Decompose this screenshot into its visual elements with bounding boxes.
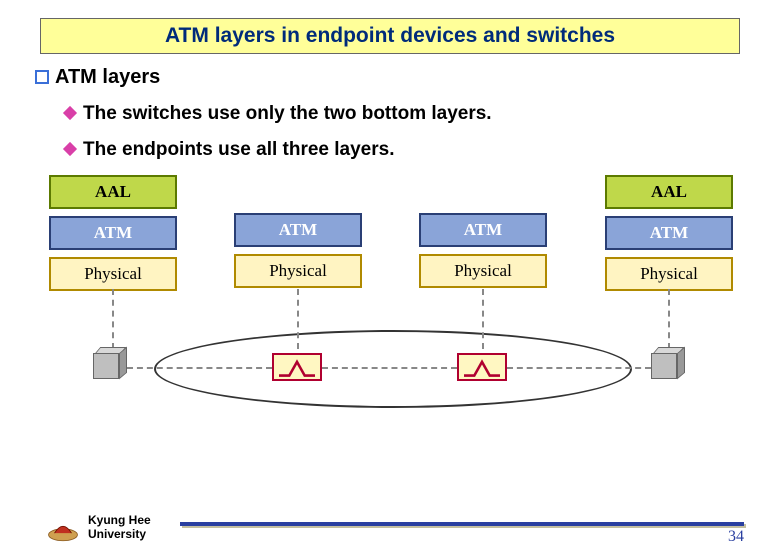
atm-layers-diagram: AAL ATM Physical ATM Physical ATM Physic… [39, 175, 741, 425]
square-bullet-icon [35, 70, 49, 84]
diamond-bullet-icon [63, 142, 77, 156]
footer-rule [180, 522, 744, 526]
endpoint-right-stack: AAL ATM Physical [605, 175, 733, 298]
connector-line [668, 289, 670, 349]
layer-physical: Physical [49, 257, 177, 291]
bullet-item: The switches use only the two bottom lay… [65, 103, 745, 125]
layer-atm: ATM [419, 213, 547, 247]
section-heading-text: ATM layers [55, 66, 160, 89]
layer-atm: ATM [234, 213, 362, 247]
university-name: Kyung Hee University [88, 514, 151, 542]
layer-atm: ATM [605, 216, 733, 250]
link-line [127, 367, 272, 369]
endpoint-left-stack: AAL ATM Physical [49, 175, 177, 298]
slide-footer: Kyung Hee University 34 [0, 498, 780, 548]
layer-atm: ATM [49, 216, 177, 250]
link-line [507, 367, 651, 369]
bullet-text: The switches use only the two bottom lay… [83, 103, 492, 125]
university-logo-icon [46, 514, 80, 542]
connector-line [482, 289, 484, 349]
layer-physical: Physical [605, 257, 733, 291]
section-heading: ATM layers [35, 66, 745, 89]
layer-aal: AAL [605, 175, 733, 209]
connector-line [112, 289, 114, 349]
layer-physical: Physical [234, 254, 362, 288]
connector-line [297, 289, 299, 349]
endpoint-node-icon [93, 347, 127, 381]
layer-physical: Physical [419, 254, 547, 288]
bullet-text: The endpoints use all three layers. [83, 139, 395, 161]
switch-icon [457, 353, 507, 381]
slide-title: ATM layers in endpoint devices and switc… [40, 18, 740, 54]
university-name-line1: Kyung Hee [88, 514, 151, 528]
network-cloud [154, 330, 632, 408]
endpoint-node-icon [651, 347, 685, 381]
layer-aal: AAL [49, 175, 177, 209]
link-line [322, 367, 457, 369]
bullet-item: The endpoints use all three layers. [65, 139, 745, 161]
page-number: 34 [728, 528, 744, 546]
switch-stack-2: ATM Physical [419, 213, 547, 295]
content-area: ATM layers The switches use only the two… [0, 54, 780, 425]
switch-stack-1: ATM Physical [234, 213, 362, 295]
switch-icon [272, 353, 322, 381]
diamond-bullet-icon [63, 106, 77, 120]
